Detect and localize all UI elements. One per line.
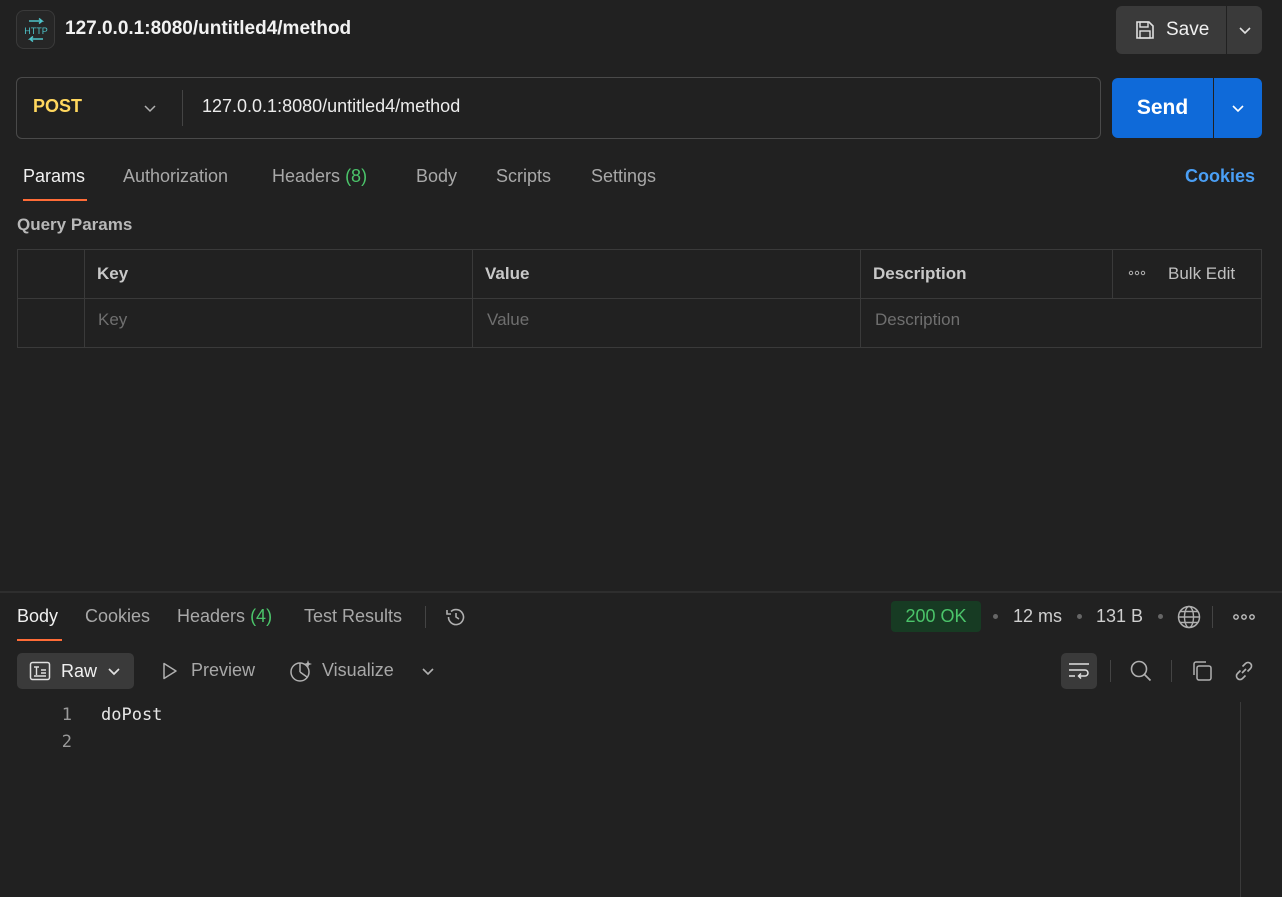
line-number: 2 xyxy=(61,732,72,752)
response-headers-count: (4) xyxy=(250,606,273,626)
save-label: Save xyxy=(1166,19,1210,40)
headers-count-badge: (8) xyxy=(345,166,368,186)
format-select[interactable]: Raw xyxy=(17,653,134,689)
wrap-lines-icon xyxy=(1069,663,1089,680)
method-select[interactable]: POST xyxy=(33,96,82,117)
copy-icon[interactable] xyxy=(1190,659,1214,683)
url-input[interactable]: 127.0.0.1:8080/untitled4/method xyxy=(202,96,460,117)
query-params-title: Query Params xyxy=(17,215,133,234)
scrollbar[interactable] xyxy=(1240,702,1241,897)
response-tab-cookies[interactable]: Cookies xyxy=(85,606,150,627)
divider xyxy=(425,606,426,628)
play-icon[interactable] xyxy=(160,661,180,681)
active-tab-indicator xyxy=(23,199,87,201)
response-tab-headers[interactable]: Headers (4) xyxy=(177,606,272,627)
key-input[interactable]: Key xyxy=(98,310,127,330)
send-dropdown-button[interactable] xyxy=(1214,78,1262,138)
line-number: 1 xyxy=(61,705,72,725)
divider xyxy=(1110,660,1111,682)
send-button[interactable]: Send xyxy=(1112,78,1213,138)
response-size[interactable]: 131 B xyxy=(1096,606,1143,627)
code-line[interactable]: doPost xyxy=(101,705,162,725)
divider xyxy=(1171,660,1172,682)
http-request-icon: HTTP xyxy=(16,10,55,49)
cookies-link[interactable]: Cookies xyxy=(1185,166,1255,187)
chevron-down-icon xyxy=(107,664,121,678)
tab-settings[interactable]: Settings xyxy=(591,166,656,187)
separator-dot xyxy=(1158,614,1163,619)
tab-headers[interactable]: Headers (8) xyxy=(272,166,367,187)
pane-resize-handle[interactable] xyxy=(0,591,1282,593)
wrap-lines-button[interactable] xyxy=(1061,653,1097,689)
globe-icon[interactable] xyxy=(1176,604,1202,630)
chevron-down-icon xyxy=(1232,105,1244,113)
search-icon[interactable] xyxy=(1129,659,1153,683)
save-dropdown-button[interactable] xyxy=(1227,6,1262,54)
url-bar xyxy=(16,77,1101,139)
tab-scripts[interactable]: Scripts xyxy=(496,166,551,187)
preview-button[interactable]: Preview xyxy=(191,660,255,681)
chevron-down-icon[interactable] xyxy=(142,100,158,116)
text-format-icon xyxy=(29,661,51,681)
chevron-down-icon xyxy=(1238,27,1251,35)
column-header-key: Key xyxy=(97,264,129,283)
save-button[interactable]: Save xyxy=(1116,6,1226,54)
chevron-down-icon[interactable] xyxy=(420,664,436,680)
response-tab-headers-label: Headers xyxy=(177,606,246,626)
query-params-table xyxy=(17,249,1262,348)
response-tab-body[interactable]: Body xyxy=(17,606,58,627)
response-tab-test-results[interactable]: Test Results xyxy=(304,606,402,627)
format-label: Raw xyxy=(61,660,98,681)
divider xyxy=(182,90,183,126)
divider xyxy=(1212,606,1213,628)
value-input[interactable]: Value xyxy=(487,310,529,330)
separator-dot xyxy=(993,614,998,619)
more-options-icon[interactable] xyxy=(1128,268,1146,278)
tab-headers-label: Headers xyxy=(272,166,341,186)
tab-body[interactable]: Body xyxy=(416,166,457,187)
description-input[interactable]: Description xyxy=(875,310,960,330)
visualize-button[interactable]: Visualize xyxy=(322,660,394,681)
visualize-icon[interactable] xyxy=(288,658,314,684)
response-time[interactable]: 12 ms xyxy=(1013,606,1062,627)
bulk-edit-button[interactable]: Bulk Edit xyxy=(1168,264,1235,284)
column-header-value: Value xyxy=(485,264,530,283)
active-tab-indicator xyxy=(17,639,62,641)
status-badge[interactable]: 200 OK xyxy=(891,601,981,632)
column-header-description: Description xyxy=(873,264,967,283)
separator-dot xyxy=(1077,614,1082,619)
more-options-icon[interactable] xyxy=(1232,612,1256,622)
save-icon xyxy=(1134,19,1156,41)
request-title[interactable]: 127.0.0.1:8080/untitled4/method xyxy=(65,18,351,40)
tab-params[interactable]: Params xyxy=(23,166,85,187)
history-icon[interactable] xyxy=(444,605,468,629)
http-badge-text: HTTP xyxy=(24,26,48,36)
link-icon[interactable] xyxy=(1232,659,1256,683)
tab-authorization[interactable]: Authorization xyxy=(123,166,228,187)
